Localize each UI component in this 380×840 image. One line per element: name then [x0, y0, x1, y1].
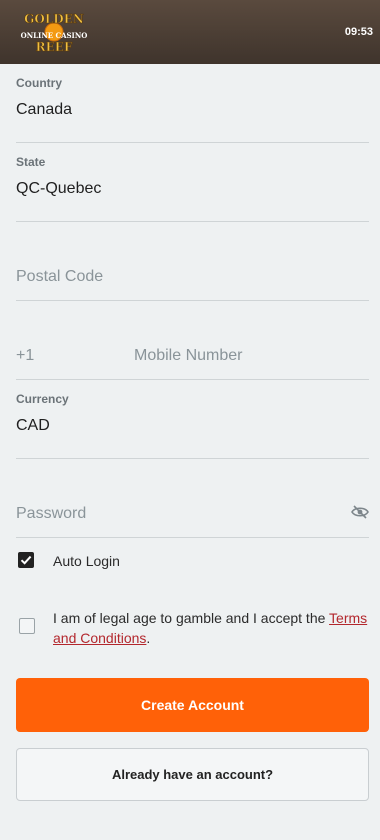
currency-field[interactable]: Currency CAD: [16, 380, 369, 459]
eye-slash-icon[interactable]: [351, 505, 369, 519]
password-input[interactable]: Password: [16, 505, 86, 523]
state-label: State: [16, 155, 46, 169]
mobile-number-field[interactable]: +1 Mobile Number: [16, 301, 369, 380]
country-value[interactable]: Canada: [16, 101, 72, 119]
svg-text:REEF: REEF: [36, 40, 73, 54]
password-field[interactable]: Password: [16, 459, 369, 538]
postal-code-field[interactable]: Postal Code: [16, 222, 369, 301]
country-label: Country: [16, 76, 62, 90]
mobile-number-input[interactable]: Mobile Number: [134, 347, 242, 365]
app-header: GOLDEN ONLINE CASINO REEF 09:53: [0, 0, 380, 64]
create-account-button[interactable]: Create Account: [16, 678, 369, 732]
country-code-prefix[interactable]: +1: [16, 347, 34, 365]
auto-login-checkbox[interactable]: [18, 552, 34, 568]
auto-login-label: Auto Login: [53, 553, 120, 569]
status-time: 09:53: [344, 26, 373, 38]
terms-text: I am of legal age to gamble and I accept…: [53, 608, 371, 648]
country-field[interactable]: Country Canada: [16, 64, 369, 143]
already-have-account-button[interactable]: Already have an account?: [16, 748, 369, 801]
registration-form: Country Canada State QC-Quebec Postal Co…: [0, 64, 380, 538]
postal-code-input[interactable]: Postal Code: [16, 268, 103, 286]
terms-suffix: .: [146, 630, 151, 646]
golden-reef-logo[interactable]: GOLDEN ONLINE CASINO REEF: [16, 10, 92, 55]
terms-statement: I am of legal age to gamble and I accept…: [53, 610, 330, 626]
state-value[interactable]: QC-Quebec: [16, 180, 101, 198]
terms-checkbox[interactable]: [19, 618, 35, 634]
state-field[interactable]: State QC-Quebec: [16, 143, 369, 222]
svg-text:ONLINE CASINO: ONLINE CASINO: [21, 31, 88, 40]
svg-text:GOLDEN: GOLDEN: [24, 12, 84, 26]
currency-label: Currency: [16, 392, 69, 406]
currency-value[interactable]: CAD: [16, 417, 50, 435]
